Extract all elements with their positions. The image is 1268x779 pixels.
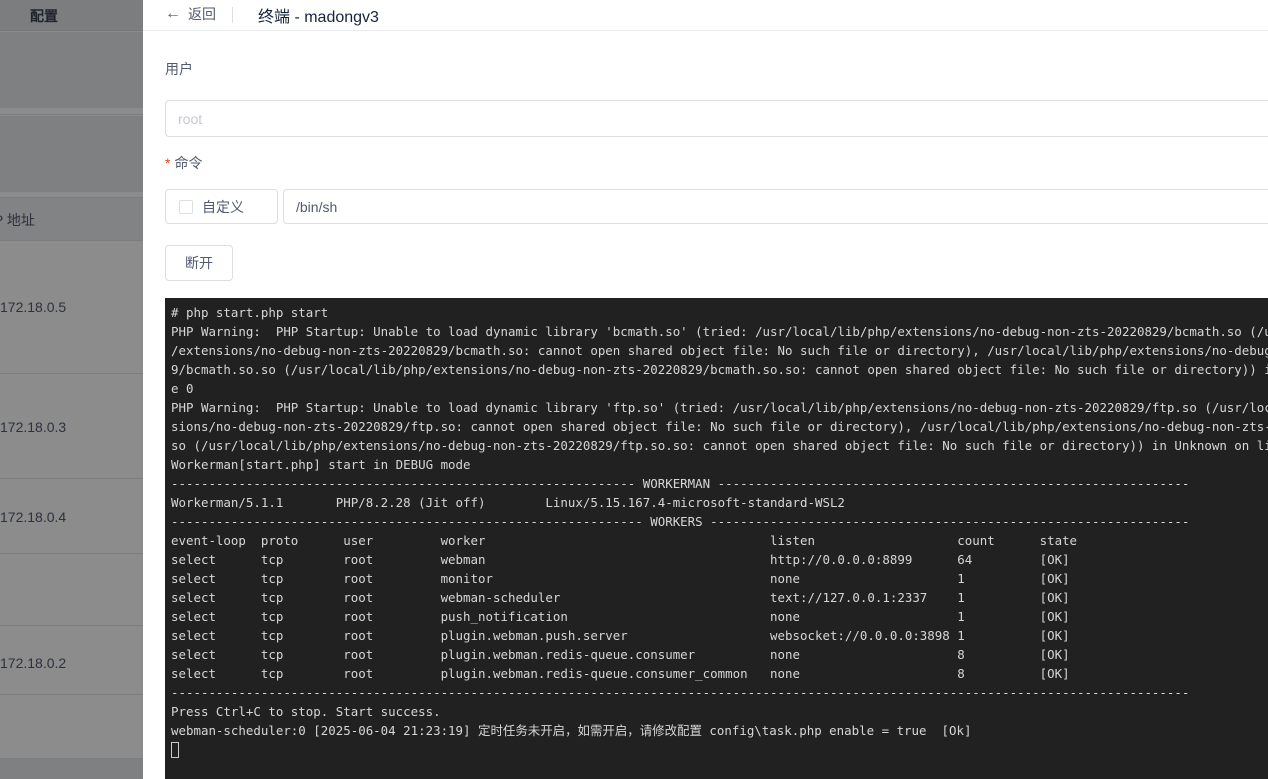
back-button[interactable]: ← 返回 (165, 4, 216, 24)
required-asterisk: * (165, 155, 170, 171)
command-label-text: 命令 (174, 155, 202, 171)
command-select[interactable] (283, 189, 1268, 224)
custom-command-checkbox[interactable]: 自定义 (165, 189, 278, 224)
back-button-label: 返回 (188, 4, 216, 24)
user-input[interactable] (165, 100, 1268, 137)
checkbox-icon[interactable] (179, 200, 193, 214)
disconnect-button[interactable]: 断开 (165, 245, 233, 281)
command-field-label: *命令 (165, 153, 202, 173)
header-divider (232, 7, 233, 23)
terminal-text: # php start.php start PHP Warning: PHP S… (165, 298, 1268, 740)
terminal-cursor (171, 742, 179, 758)
back-arrow-icon: ← (165, 6, 181, 22)
terminal-output[interactable]: # php start.php start PHP Warning: PHP S… (165, 298, 1268, 779)
screen: 配置 IP 地址 172.18.0.5 172.18.0.3 172.18.0.… (0, 0, 1268, 779)
terminal-drawer: ← 返回 终端 - madongv3 用户 *命令 自定义 断开 # php s… (143, 0, 1268, 779)
user-field-label: 用户 (165, 59, 193, 79)
drawer-title: 终端 - madongv3 (258, 3, 379, 27)
drawer-header: ← 返回 终端 - madongv3 (143, 0, 1268, 31)
custom-checkbox-label: 自定义 (202, 197, 244, 217)
